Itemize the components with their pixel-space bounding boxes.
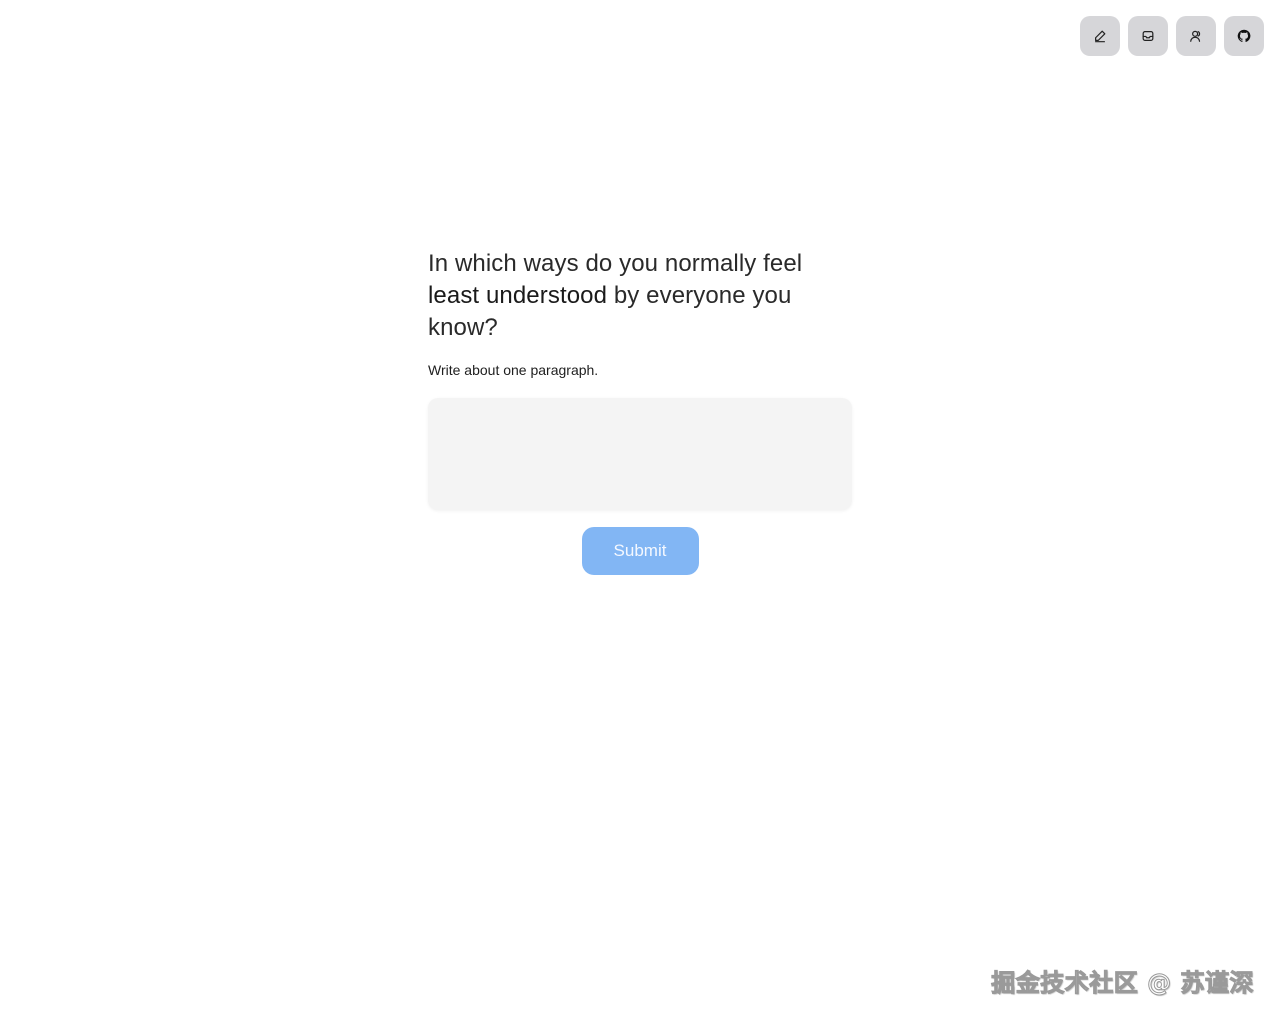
- question-part-1: In which ways do you normally feel: [428, 250, 803, 277]
- submit-button[interactable]: Submit: [581, 527, 699, 575]
- answer-hint: Write about one paragraph.: [428, 362, 599, 378]
- edit-button[interactable]: [1080, 16, 1120, 56]
- users-button[interactable]: [1176, 16, 1216, 56]
- github-icon: [1237, 29, 1251, 43]
- pencil-icon: [1093, 29, 1107, 43]
- question-text: In which ways do you normally feel least…: [428, 248, 852, 344]
- question-block: In which ways do you normally feel least…: [428, 248, 852, 575]
- watermark: 掘金技术社区 @ 苏谨深: [991, 969, 1254, 998]
- question-emphasis: least understood: [428, 282, 608, 309]
- page: In which ways do you normally feel least…: [0, 0, 1280, 1024]
- users-icon: [1189, 29, 1203, 43]
- top-toolbar: [1080, 16, 1264, 56]
- inbox-button[interactable]: [1128, 16, 1168, 56]
- answer-textarea[interactable]: [428, 398, 852, 510]
- inbox-icon: [1141, 29, 1155, 43]
- github-button[interactable]: [1224, 16, 1264, 56]
- submit-row: Submit: [428, 527, 852, 575]
